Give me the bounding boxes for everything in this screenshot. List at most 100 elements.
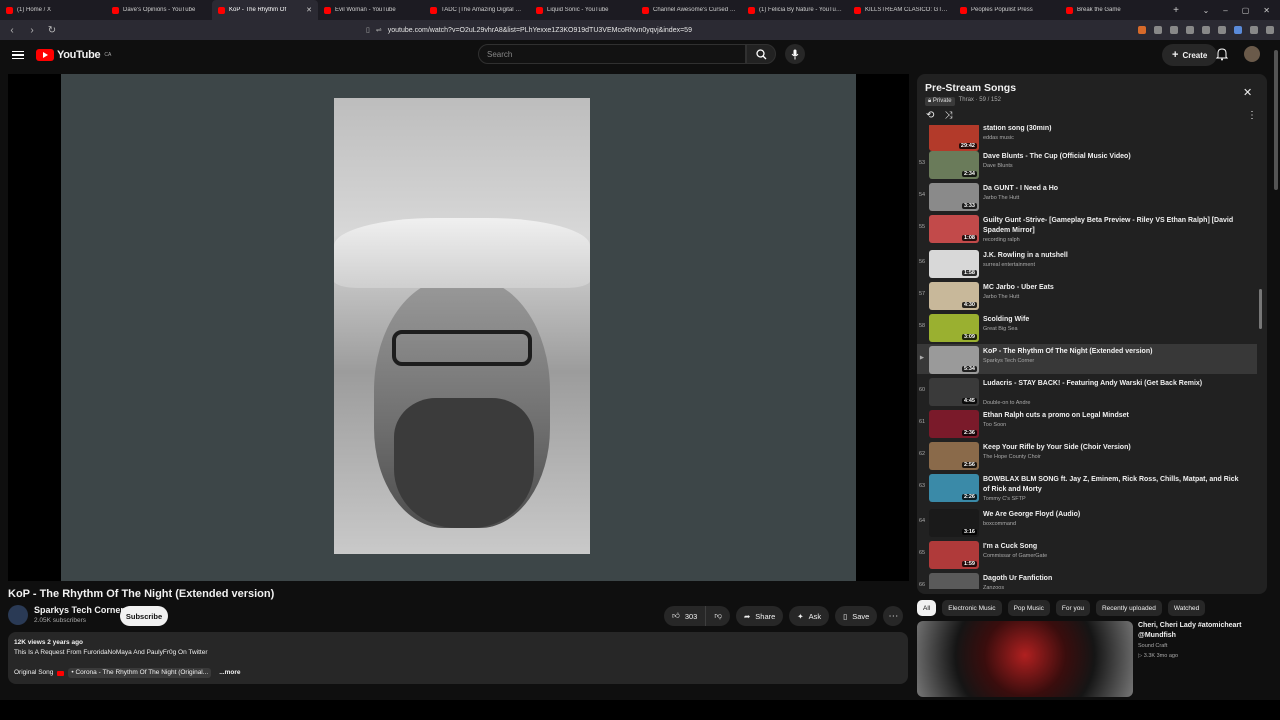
extension-icon[interactable] — [1234, 26, 1242, 34]
extension-icon[interactable] — [1202, 26, 1210, 34]
playlist-item[interactable]: 66 Dagoth Ur Fanfiction Zanzoos — [917, 571, 1257, 589]
channel-name[interactable]: Sparkys Tech Corner — [34, 605, 124, 615]
create-button[interactable]: + Create — [1162, 44, 1218, 66]
playlist-item-thumbnail[interactable]: 2:56 — [929, 442, 979, 470]
playlist-item[interactable]: 64 3:16 We Are George Floyd (Audio) boxcomm… — [917, 507, 1257, 537]
playlist-item-thumbnail[interactable]: 2:34 — [929, 151, 979, 179]
tab-list-icon[interactable]: ⌄ — [1203, 6, 1210, 15]
browser-tab[interactable]: Peoples Populist Press — [954, 0, 1060, 20]
voice-search-button[interactable] — [785, 44, 805, 64]
browser-tab[interactable]: Evil Woman - YouTube — [318, 0, 424, 20]
subscribe-button[interactable]: Subscribe — [120, 606, 168, 626]
playlist-item-channel[interactable]: Dave Blunts — [983, 163, 1013, 169]
playlist-item[interactable]: 58 3:09 Scolding Wife Great Big Sea — [917, 312, 1257, 342]
playlist-item-channel[interactable]: recording ralph — [983, 237, 1020, 243]
like-button[interactable]: 👍︎ 303 — [664, 606, 707, 626]
back-icon[interactable]: ‹ — [6, 25, 18, 36]
search-input[interactable]: Search — [478, 44, 746, 64]
playlist-item-title[interactable]: KoP - The Rhythm Of The Night (Extended … — [983, 347, 1245, 357]
sidebar-icon[interactable] — [1186, 26, 1194, 34]
video-player[interactable] — [8, 74, 955, 581]
hamburger-menu-icon[interactable] — [12, 50, 24, 60]
channel-avatar[interactable] — [8, 605, 28, 625]
playlist-item-thumbnail[interactable]: 1:08 — [929, 215, 979, 243]
playlist-item-channel[interactable]: The Hope County Choir — [983, 454, 1041, 460]
maximize-icon[interactable]: ▢ — [1242, 6, 1250, 15]
playlist-item[interactable]: 29:42 station song (30min) eddas music — [917, 125, 1257, 151]
playlist-item-channel[interactable]: Too Soon — [983, 422, 1006, 428]
recommended-video-channel[interactable]: Sound Craft — [1138, 643, 1167, 649]
minimize-icon[interactable]: – — [1223, 6, 1227, 15]
playlist-item-thumbnail[interactable]: 4:45 — [929, 378, 979, 406]
browser-tab[interactable]: Dave's Opinions - YouTube — [106, 0, 212, 20]
playlist-item-channel[interactable]: Sparkys Tech Corner — [983, 358, 1034, 364]
playlist-item[interactable]: 61 2:36 Ethan Ralph cuts a promo on Legal … — [917, 408, 1257, 438]
playlist-item-title[interactable]: MC Jarbo - Uber Eats — [983, 283, 1245, 293]
show-more-link[interactable]: ...more — [219, 668, 240, 678]
playlist-item[interactable]: 54 3:33 Da GUNT - I Need a Ho Jarbo The Hut… — [917, 181, 1257, 211]
playlist-item-channel[interactable]: eddas music — [983, 135, 1014, 141]
playlist-item[interactable]: 63 2:26 BOWBLAX BLM SONG ft. Jay Z, Eminem… — [917, 472, 1257, 502]
playlist-item[interactable]: 56 1:58 J.K. Rowling in a nutshell surreal … — [917, 248, 1257, 278]
close-tab-icon[interactable]: ✕ — [306, 6, 312, 14]
playlist-item-channel[interactable]: boxcommand — [983, 521, 1016, 527]
playlist-item-channel[interactable]: Jarbo The Hutt — [983, 195, 1019, 201]
new-tab-button[interactable]: + — [1166, 5, 1186, 16]
search-button[interactable] — [746, 44, 776, 64]
playlist-item[interactable]: 62 2:56 Keep Your Rifle by Your Side (Choi… — [917, 440, 1257, 470]
playlist-item-channel[interactable]: Jarbo The Hutt — [983, 294, 1019, 300]
filter-chip[interactable]: Watched — [1167, 600, 1206, 616]
playlist-item-title[interactable]: Ludacris - STAY BACK! - Featuring Andy W… — [983, 379, 1245, 389]
playlist-scrollbar[interactable] — [1259, 289, 1262, 329]
recommended-video-thumbnail[interactable] — [917, 621, 1133, 697]
playlist-item-title[interactable]: Guilty Gunt -Strive- [Gameplay Beta Prev… — [983, 216, 1245, 236]
loop-icon[interactable]: ⟲ — [926, 110, 934, 121]
playlist-item-title[interactable]: I'm a Cuck Song — [983, 542, 1245, 552]
browser-tab[interactable]: KoP - The Rhythm Of ✕ — [212, 0, 318, 20]
playlist-item[interactable]: 53 2:34 Dave Blunts - The Cup (Official Mu… — [917, 149, 1257, 179]
playlist-item-title[interactable]: J.K. Rowling in a nutshell — [983, 251, 1245, 261]
dislike-button[interactable]: 👎︎ — [706, 606, 730, 626]
playlist-item-title[interactable]: Dave Blunts - The Cup (Official Music Vi… — [983, 152, 1245, 162]
extension-icon[interactable] — [1138, 26, 1146, 34]
playlist-item[interactable]: 60 4:45 Ludacris - STAY BACK! - Featuring … — [917, 376, 1257, 406]
playlist-item-thumbnail[interactable]: 1:59 — [929, 541, 979, 569]
playlist-item[interactable]: ▶ 5:34 KoP - The Rhythm Of The Night (Exte… — [917, 344, 1257, 374]
url-text[interactable]: youtube.com/watch?v=O2uL29vhrA8&list=PLh… — [388, 27, 692, 34]
browser-tab[interactable]: (1) Felicia By Nature - YouTub... — [742, 0, 848, 20]
forward-icon[interactable]: › — [26, 25, 38, 36]
filter-chip[interactable]: All — [917, 600, 937, 616]
menu-icon[interactable] — [1266, 26, 1274, 34]
playlist-item-channel[interactable]: Commissar of GamerGate — [983, 553, 1047, 559]
ask-button[interactable]: ✦ Ask — [789, 606, 830, 626]
playlist-item-thumbnail[interactable]: 3:09 — [929, 314, 979, 342]
page-scrollbar[interactable] — [1272, 40, 1280, 700]
youtube-logo[interactable]: YouTube CA — [36, 49, 111, 61]
account-avatar[interactable] — [1244, 46, 1260, 62]
playlist-item-thumbnail[interactable]: 1:58 — [929, 250, 979, 278]
playlist-item-channel[interactable]: surreal entertainment — [983, 262, 1035, 268]
playlist-item-channel[interactable]: Tommy C's SFTP — [983, 496, 1026, 502]
close-playlist-icon[interactable]: ✕ — [1243, 86, 1252, 99]
filter-chip[interactable]: Electronic Music — [942, 600, 1002, 616]
bookmark-icon[interactable]: ▯ — [366, 26, 370, 34]
playlist-item-title[interactable]: station song (30min) — [983, 125, 1245, 134]
browser-tab[interactable]: Break the Game — [1060, 0, 1166, 20]
site-info-icon[interactable]: ⇌ — [376, 26, 382, 34]
playlist-item-thumbnail[interactable]: 29:42 — [929, 125, 979, 151]
browser-tab[interactable]: Channel Awesome's Cursed C... — [636, 0, 742, 20]
playlist-item-thumbnail[interactable]: 4:30 — [929, 282, 979, 310]
playlist-menu-icon[interactable]: ⋮ — [1247, 110, 1257, 121]
playlist-item-thumbnail[interactable]: 5:34 — [929, 346, 979, 374]
playlist-item-title[interactable]: Dagoth Ur Fanfiction — [983, 574, 1245, 584]
playlist-item-thumbnail[interactable]: 2:26 — [929, 474, 979, 502]
extension-icon[interactable] — [1170, 26, 1178, 34]
extension-icon[interactable] — [1218, 26, 1226, 34]
browser-tab[interactable]: (1) Home / X — [0, 0, 106, 20]
playlist-item-thumbnail[interactable] — [929, 573, 979, 589]
browser-tab[interactable]: Liquid Sonic - YouTube — [530, 0, 636, 20]
account-icon[interactable] — [1250, 26, 1258, 34]
address-bar[interactable]: ▯ ⇌ youtube.com/watch?v=O2uL29vhrA8&list… — [366, 26, 1130, 35]
playlist-item[interactable]: 57 4:30 MC Jarbo - Uber Eats Jarbo The Hutt — [917, 280, 1257, 310]
extension-icon[interactable] — [1154, 26, 1162, 34]
